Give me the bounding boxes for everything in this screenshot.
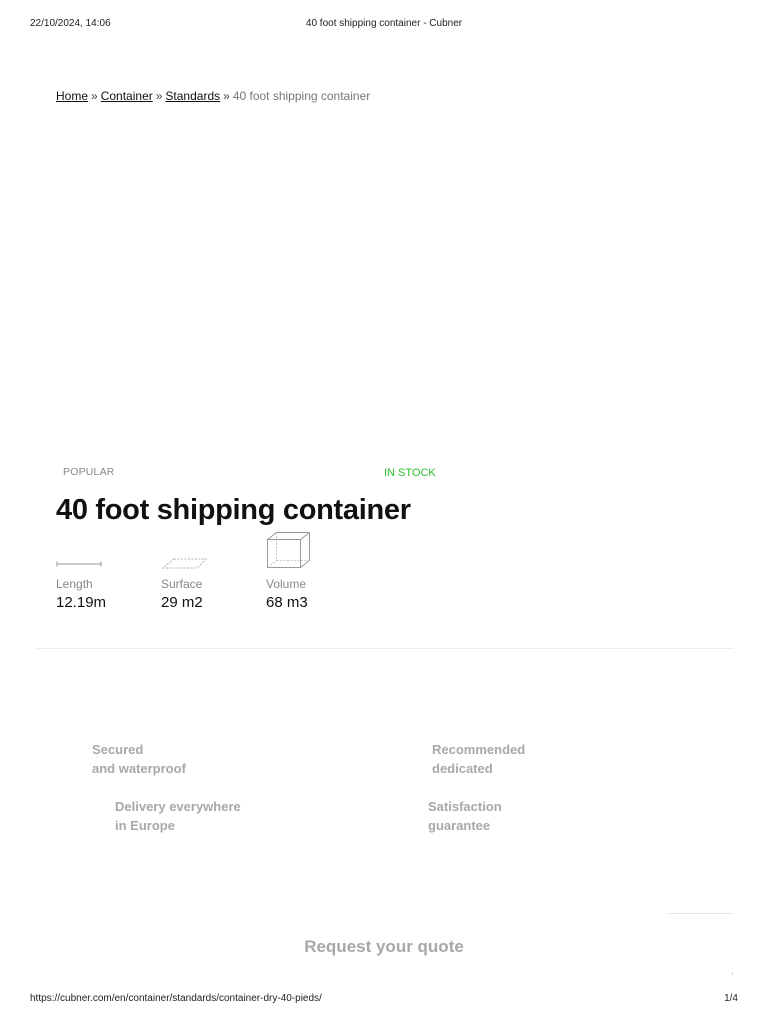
spec-surface-value: 29 m2 (161, 594, 203, 611)
breadcrumb-separator: » (223, 89, 230, 103)
quote-decoration-line (668, 913, 733, 914)
print-title: 40 foot shipping container - Cubner (305, 18, 463, 29)
quote-decoration-dot (732, 972, 733, 975)
section-divider (36, 648, 734, 649)
feature-delivery-line2: in Europe (115, 818, 175, 833)
print-header: 22/10/2024, 14:06 40 foot shipping conta… (0, 18, 768, 32)
breadcrumb-standards-link[interactable]: Standards (165, 89, 220, 103)
request-quote-heading: Request your quote (304, 937, 464, 956)
breadcrumb-home-link[interactable]: Home (56, 89, 88, 103)
feature-secured-line1: Secured (92, 742, 144, 757)
surface-plane-icon (161, 558, 207, 569)
product-title: 40 foot shipping container (56, 494, 411, 526)
breadcrumb: Home» Container» Standards» 40 foot shippin… (56, 89, 370, 103)
spec-length-label: Length (56, 577, 93, 591)
print-page-number: 1/4 (724, 993, 738, 1004)
spec-length-value: 12.19m (56, 594, 107, 611)
feature-delivery-line1: Delivery everywhere (115, 799, 241, 814)
feature-satisfaction: Satisfaction guarantee (428, 797, 502, 835)
print-url: https://cubner.com/en/container/standard… (30, 993, 322, 1004)
feature-secured-line2: and waterproof (92, 761, 186, 776)
spec-volume-label: Volume (266, 577, 307, 591)
popular-badge: POPULAR (63, 466, 115, 478)
breadcrumb-current: 40 foot shipping container (232, 89, 371, 103)
feature-satisfaction-line2: guarantee (428, 818, 491, 833)
breadcrumb-separator: » (91, 89, 98, 103)
volume-cube-icon (267, 532, 310, 568)
feature-recommended: Recommended dedicated (432, 740, 525, 778)
feature-secured: Secured and waterproof (92, 740, 186, 778)
stock-status: IN STOCK (384, 467, 436, 479)
spec-surface-label: Surface (161, 577, 203, 591)
breadcrumb-container-link[interactable]: Container (101, 89, 153, 103)
breadcrumb-separator: » (155, 89, 163, 103)
length-arrow-icon (56, 561, 102, 567)
spec-volume-value: 68 m3 (266, 594, 308, 611)
feature-delivery: Delivery everywhere in Europe (115, 797, 241, 835)
feature-recommended-line2: dedicated (432, 761, 493, 776)
feature-satisfaction-line1: Satisfaction (428, 799, 502, 814)
feature-recommended-line1: Recommended (432, 742, 526, 757)
print-footer: https://cubner.com/en/container/standard… (0, 993, 768, 1007)
